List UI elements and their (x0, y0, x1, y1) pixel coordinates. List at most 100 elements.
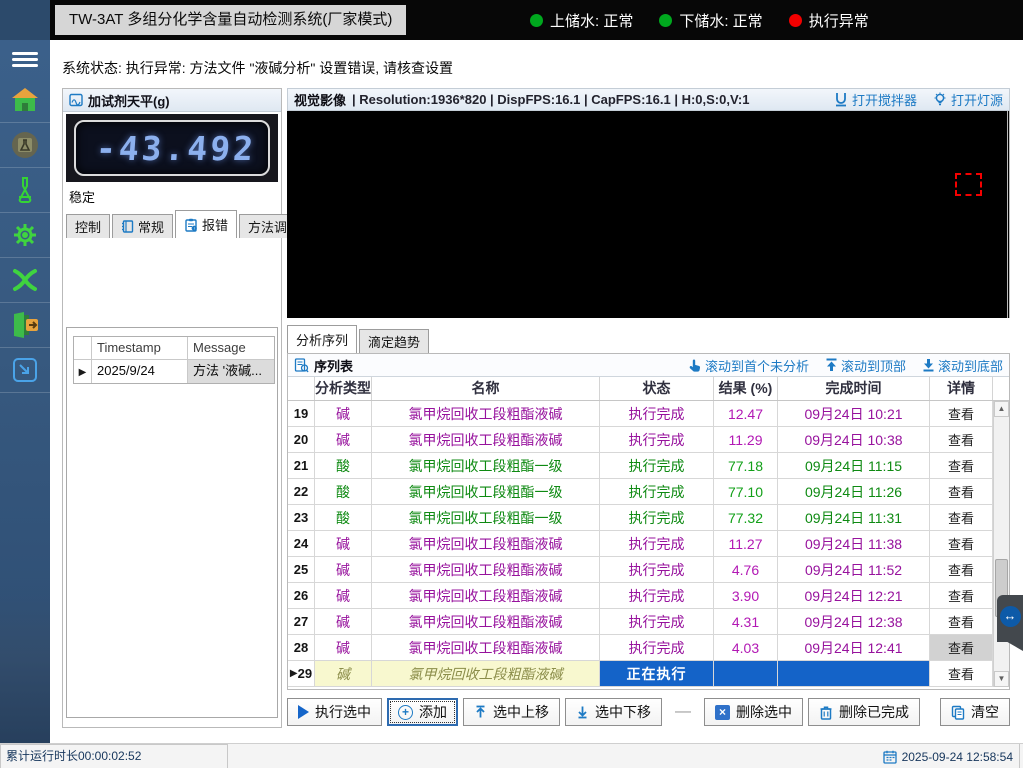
svg-text:i: i (194, 225, 195, 230)
action-button-label: 选中上移 (493, 704, 549, 720)
sidebar-item-tools[interactable] (0, 258, 50, 303)
table-row[interactable]: 27 碱氯甲烷回收工段粗酯液碱 执行完成 4.31 09月24日 12:38 查看 (288, 609, 1009, 635)
action-button-删除选中[interactable]: × 删除选中 (704, 698, 803, 726)
sequence-tab-strip: 分析序列 滴定趋势 (287, 325, 431, 353)
scroll-link-滚动到底部[interactable]: 滚动到底部 (922, 356, 1003, 375)
row-number: 26 (293, 588, 309, 603)
action-button-清空[interactable]: 清空 (940, 698, 1010, 726)
table-row[interactable]: 26 碱氯甲烷回收工段粗酯液碱 执行完成 3.90 09月24日 12:21 查看 (288, 583, 1009, 609)
error-table-row[interactable]: ▶ 2025/9/24 方法 '液碱... (74, 360, 274, 383)
roi-rectangle[interactable] (955, 173, 982, 196)
error-message[interactable]: 方法 '液碱... (188, 360, 274, 383)
scroll-link-label: 滚动到首个未分析 (704, 358, 809, 374)
action-button-label: 执行选中 (315, 704, 371, 720)
view-detail-link[interactable]: 查看 (930, 557, 993, 582)
row-marker-icon: ▶ (78, 367, 87, 378)
view-detail-link[interactable]: 查看 (930, 505, 993, 530)
table-scrollbar[interactable]: ▲ ▼ (993, 401, 1009, 687)
tab-分析序列[interactable]: 分析序列 (287, 325, 358, 353)
cell-type: 酸 (315, 479, 372, 504)
column-header: 状态 (600, 377, 714, 400)
action-button-label: 删除已完成 (839, 704, 909, 720)
arrow-up-icon (474, 705, 487, 719)
action-button-执行选中[interactable]: 执行选中 (287, 698, 382, 726)
error-table-header: Timestamp Message (74, 337, 274, 360)
table-row[interactable]: ▶ 29 碱氯甲烷回收工段粗酯液碱 正在执行 查看 (288, 661, 1009, 687)
view-detail-link[interactable]: 查看 (930, 635, 993, 660)
cell-name: 氯甲烷回收工段粗酯液碱 (372, 401, 600, 426)
stirrer-icon (834, 92, 848, 107)
system-status-text: 系统状态: 执行异常: 方法文件 "液碱分析" 设置错误, 请核查设置 (62, 60, 454, 76)
cell-name: 氯甲烷回收工段粗酯液碱 (372, 583, 600, 608)
cell-type: 酸 (315, 453, 372, 478)
tab-报错[interactable]: i 报错 (175, 210, 238, 238)
sidebar-item-minimize[interactable] (0, 348, 50, 393)
table-row[interactable]: 24 碱氯甲烷回收工段粗酯液碱 执行完成 11.27 09月24日 11:38 查看 (288, 531, 1009, 557)
cell-result: 77.18 (714, 453, 778, 478)
view-detail-link[interactable]: 查看 (930, 401, 993, 426)
video-button-打开灯源[interactable]: 打开灯源 (933, 90, 1003, 109)
cell-type: 酸 (315, 505, 372, 530)
cell-name: 氯甲烷回收工段粗酯液碱 (372, 635, 600, 660)
cell-name: 氯甲烷回收工段粗酯一级 (372, 505, 600, 530)
sidebar-item-sample[interactable] (0, 123, 50, 168)
view-detail-link[interactable]: 查看 (930, 609, 993, 634)
scroll-down-button[interactable]: ▼ (994, 671, 1009, 687)
action-button-删除已完成[interactable]: 删除已完成 (808, 698, 920, 726)
sidebar-item-menu[interactable] (0, 40, 50, 78)
video-button-label: 打开灯源 (950, 93, 1003, 108)
sidebar-item-exit[interactable] (0, 303, 50, 348)
title-corner (0, 0, 50, 40)
calendar-icon (882, 750, 897, 764)
row-number: 25 (293, 562, 309, 577)
cell-status: 执行完成 (600, 531, 714, 556)
table-row[interactable]: 22 酸氯甲烷回收工段粗酯一级 执行完成 77.10 09月24日 11:26 查看 (288, 479, 1009, 505)
table-row[interactable]: 25 碱氯甲烷回收工段粗酯液碱 执行完成 4.76 09月24日 11:52 查看 (288, 557, 1009, 583)
table-row[interactable]: 23 酸氯甲烷回收工段粗酯一级 执行完成 77.32 09月24日 11:31 查看 (288, 505, 1009, 531)
tab-控制[interactable]: 控制 (66, 214, 111, 238)
video-button-打开搅拌器[interactable]: 打开搅拌器 (834, 90, 917, 109)
balance-panel-header: 加试剂天平(g) (63, 89, 281, 112)
cell-status: 执行完成 (600, 583, 714, 608)
row-number: 24 (293, 536, 309, 551)
balance-lcd: -43.492 (74, 120, 270, 176)
cell-time: 09月24日 11:26 (778, 479, 930, 504)
view-detail-link[interactable]: 查看 (930, 453, 993, 478)
view-detail-link[interactable]: 查看 (930, 479, 993, 504)
cell-status: 执行完成 (600, 505, 714, 530)
hamburger-icon (12, 49, 38, 70)
arrow-down-icon (576, 705, 589, 719)
tab-label: 常规 (138, 220, 165, 235)
view-detail-link[interactable]: 查看 (930, 427, 993, 452)
action-button-添加[interactable]: + 添加 (387, 698, 458, 726)
sidebar-item-settings[interactable] (0, 213, 50, 258)
table-row[interactable]: 28 碱氯甲烷回收工段粗酯液碱 执行完成 4.03 09月24日 12:41 查看 (288, 635, 1009, 661)
tab-常规[interactable]: 常规 (112, 214, 174, 238)
sequence-list-header: 序列表 滚动到首个未分析 滚动到顶部 滚动到底部 (288, 354, 1009, 377)
scroll-up-button[interactable]: ▲ (994, 401, 1009, 417)
cell-result: 4.76 (714, 557, 778, 582)
action-button-选中下移[interactable]: 选中下移 (565, 698, 662, 726)
action-button-选中上移[interactable]: 选中上移 (463, 698, 560, 726)
scroll-link-滚动到首个未分析[interactable]: 滚动到首个未分析 (688, 356, 809, 375)
table-row[interactable]: 19 碱氯甲烷回收工段粗酯液碱 执行完成 12.47 09月24日 10:21 查看 (288, 401, 1009, 427)
cell-result (714, 661, 778, 686)
cell-result: 12.47 (714, 401, 778, 426)
video-header: 视觉影像 | Resolution:1936*820 | DispFPS:16.… (287, 88, 1010, 111)
sidebar-item-home[interactable] (0, 78, 50, 123)
view-detail-link[interactable]: 查看 (930, 661, 993, 686)
tab-滴定趋势[interactable]: 滴定趋势 (359, 329, 430, 353)
table-row[interactable]: 21 酸氯甲烷回收工段粗酯一级 执行完成 77.18 09月24日 11:15 查看 (288, 453, 1009, 479)
table-row[interactable]: 20 碱氯甲烷回收工段粗酯液碱 执行完成 11.29 09月24日 10:38 查看 (288, 427, 1009, 453)
sidebar-item-flask[interactable] (0, 168, 50, 213)
view-detail-link[interactable]: 查看 (930, 531, 993, 556)
button-separator: — (675, 703, 691, 720)
scroll-link-滚动到顶部[interactable]: 滚动到顶部 (825, 356, 906, 375)
runtime-counter: 累计运行时长00:00:02:52 (0, 744, 228, 768)
scroll-link-label: 滚动到顶部 (840, 358, 906, 374)
status-label: 下储水: 正常 (679, 12, 763, 30)
row-number-cell: 28 (288, 635, 315, 660)
column-header (288, 377, 315, 400)
view-detail-link[interactable]: 查看 (930, 583, 993, 608)
row-number-cell: 22 (288, 479, 315, 504)
